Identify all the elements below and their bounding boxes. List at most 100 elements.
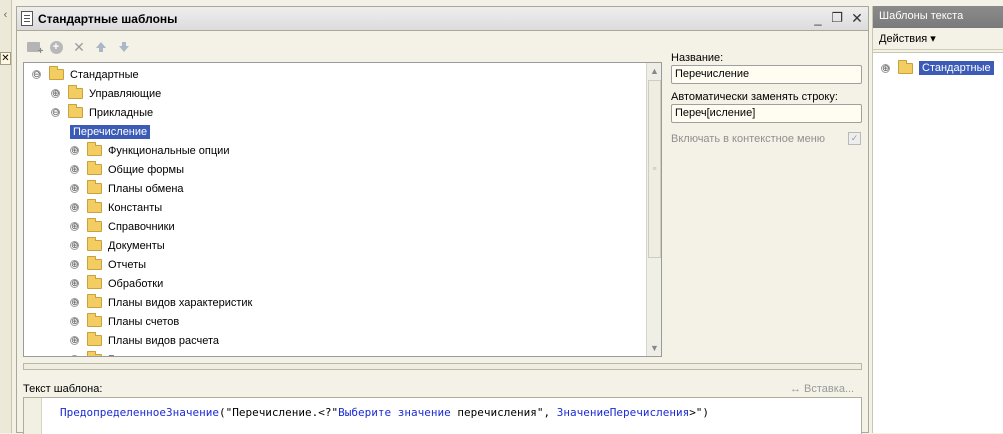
close-left-panel-icon[interactable]: ✕ xyxy=(0,52,11,65)
tree-row[interactable]: ⊖ Стандартные xyxy=(32,65,139,84)
tree-row-label: Прикладные xyxy=(89,106,154,119)
expand-icon[interactable]: ⊕ xyxy=(70,298,79,307)
grip-icon: ≡ xyxy=(652,165,657,173)
tree-row-label: Функциональные опции xyxy=(108,144,230,157)
tree-row-label: Планы видов характеристик xyxy=(108,296,253,309)
expand-icon[interactable]: ⊕ xyxy=(70,203,79,212)
folder-icon xyxy=(87,275,102,289)
expand-icon[interactable]: ⊕ xyxy=(70,279,79,288)
folder-icon xyxy=(87,351,102,356)
expand-icon[interactable]: ⊕ xyxy=(70,241,79,250)
folder-icon xyxy=(87,256,102,270)
collapse-icon[interactable]: ⊖ xyxy=(32,70,41,79)
folder-icon xyxy=(898,59,913,74)
tree-row[interactable]: ⊕ Бизнес-процессы xyxy=(70,350,197,356)
folder-icon xyxy=(87,161,102,175)
panel-title: Шаблоны текста xyxy=(873,6,1003,28)
tree-row-label: Бизнес-процессы xyxy=(108,354,197,357)
tree-row-label: Стандартные xyxy=(919,61,994,75)
folder-icon xyxy=(68,85,83,99)
replace-string-field[interactable]: Переч[исление] xyxy=(671,104,862,123)
expand-icon[interactable]: ⊕ xyxy=(70,260,79,269)
folder-icon xyxy=(87,294,102,308)
insert-button[interactable]: ↔ Вставка... xyxy=(790,383,854,395)
tree-row-label: Управляющие xyxy=(89,87,162,100)
tree-row[interactable]: ⊕ Планы счетов xyxy=(70,312,179,331)
code-close: >") xyxy=(689,406,710,419)
scroll-up-icon[interactable]: ▲ xyxy=(647,63,661,79)
tree-row[interactable]: ⊕ Справочники xyxy=(70,217,175,236)
expand-icon[interactable]: ⊕ xyxy=(70,184,79,193)
tree-row-label: Общие формы xyxy=(108,163,184,176)
folder-icon xyxy=(87,237,102,251)
name-label: Название: xyxy=(671,52,724,64)
tree-row[interactable]: ⊖ Прикладные xyxy=(51,103,153,122)
tree-row-label: Документы xyxy=(108,239,165,252)
add-folder-icon[interactable] xyxy=(25,39,43,57)
folder-icon xyxy=(87,313,102,327)
window-title: Стандартные шаблоны xyxy=(38,12,178,26)
title-bar[interactable]: Стандартные шаблоны _ ❐ ✕ xyxy=(17,7,868,31)
folder-icon xyxy=(87,332,102,346)
folder-icon xyxy=(87,218,102,232)
code-prompt: Выберите значение xyxy=(338,406,451,419)
tree-row[interactable]: ⊕ Управляющие xyxy=(51,84,161,103)
tree-row-label: Константы xyxy=(108,201,163,214)
minimize-button[interactable]: _ xyxy=(810,10,826,26)
tree-row-standard[interactable]: ⊕ Стандартные xyxy=(881,59,994,75)
scroll-down-icon[interactable]: ▼ xyxy=(647,340,661,356)
tree-row[interactable]: ⊕ Функциональные опции xyxy=(70,141,229,160)
tree-list: ⊖ Стандартные ⊕ Управляющие ⊖ Прикладные Переч… xyxy=(24,63,646,356)
folder-icon xyxy=(49,66,64,80)
editor-gutter xyxy=(24,398,42,434)
code-function: ПредопределенноеЗначение xyxy=(60,406,219,419)
text-templates-panel: Шаблоны текста Действия ▾ ⊕ Стандартные xyxy=(872,6,1003,433)
tree-row[interactable]: ⊕ Отчеты xyxy=(70,255,146,274)
context-menu-checkbox[interactable]: ✓ xyxy=(848,132,861,145)
tree-row[interactable]: ⊕ Константы xyxy=(70,198,162,217)
tree-row[interactable]: ⊕ Обработки xyxy=(70,274,163,293)
template-document-icon xyxy=(21,11,33,26)
delete-icon[interactable]: ✕ xyxy=(71,39,87,55)
tree-row[interactable]: ⊕ Планы видов расчета xyxy=(70,331,219,350)
template-text-editor[interactable]: ПредопределенноеЗначение("Перечисление.<… xyxy=(23,397,862,434)
scroll-thumb[interactable]: ≡ xyxy=(648,80,661,258)
add-icon[interactable]: + xyxy=(48,39,64,55)
collapse-left-icon[interactable]: ‹ xyxy=(0,8,11,22)
replace-string-label: Автоматически заменять строку: xyxy=(671,91,838,103)
tree-row[interactable]: ⊕ Документы xyxy=(70,236,165,255)
expand-icon[interactable]: ⊕ xyxy=(70,355,79,356)
actions-menu[interactable]: Действия ▾ xyxy=(879,32,936,45)
templates-tree[interactable]: ⊖ Стандартные ⊕ Управляющие ⊖ Прикладные Переч… xyxy=(23,62,662,357)
tree-row[interactable]: ⊕ Общие формы xyxy=(70,160,184,179)
expand-icon[interactable]: ⊕ xyxy=(51,89,60,98)
move-down-icon[interactable] xyxy=(116,39,132,55)
expand-icon[interactable]: ⊕ xyxy=(70,222,79,231)
move-up-icon[interactable] xyxy=(93,39,109,55)
expand-icon[interactable]: ⊕ xyxy=(881,63,890,73)
expand-icon[interactable]: ⊕ xyxy=(70,146,79,155)
restore-button[interactable]: ❐ xyxy=(829,10,845,26)
tree-row[interactable]: Перечисление xyxy=(70,122,151,141)
tree-row[interactable]: ⊕ Планы видов характеристик xyxy=(70,293,252,312)
folder-icon xyxy=(68,104,83,118)
folder-icon xyxy=(87,199,102,213)
divider xyxy=(873,49,1003,50)
code-literal-2: перечисления", xyxy=(450,406,557,419)
tree-row[interactable]: ⊕ Планы обмена xyxy=(70,179,184,198)
expand-icon[interactable]: ⊕ xyxy=(70,336,79,345)
collapse-icon[interactable]: ⊖ xyxy=(51,108,60,117)
template-text-label: Текст шаблона: xyxy=(23,383,103,395)
context-menu-label: Включать в контекстное меню xyxy=(671,133,826,145)
tree-row-label: Планы обмена xyxy=(108,182,184,195)
panel-tree[interactable]: ⊕ Стандартные xyxy=(873,52,1003,433)
name-field[interactable]: Перечисление xyxy=(671,65,862,84)
expand-icon[interactable]: ⊕ xyxy=(70,317,79,326)
code-literal: ("Перечисление.<?" xyxy=(218,406,339,419)
tree-row-label: Справочники xyxy=(108,220,175,233)
expand-icon[interactable]: ⊕ xyxy=(70,165,79,174)
folder-icon xyxy=(87,180,102,194)
horizontal-splitter[interactable] xyxy=(23,363,862,370)
tree-scrollbar[interactable]: ▲ ≡ ▼ xyxy=(646,63,661,356)
close-button[interactable]: ✕ xyxy=(849,10,865,26)
